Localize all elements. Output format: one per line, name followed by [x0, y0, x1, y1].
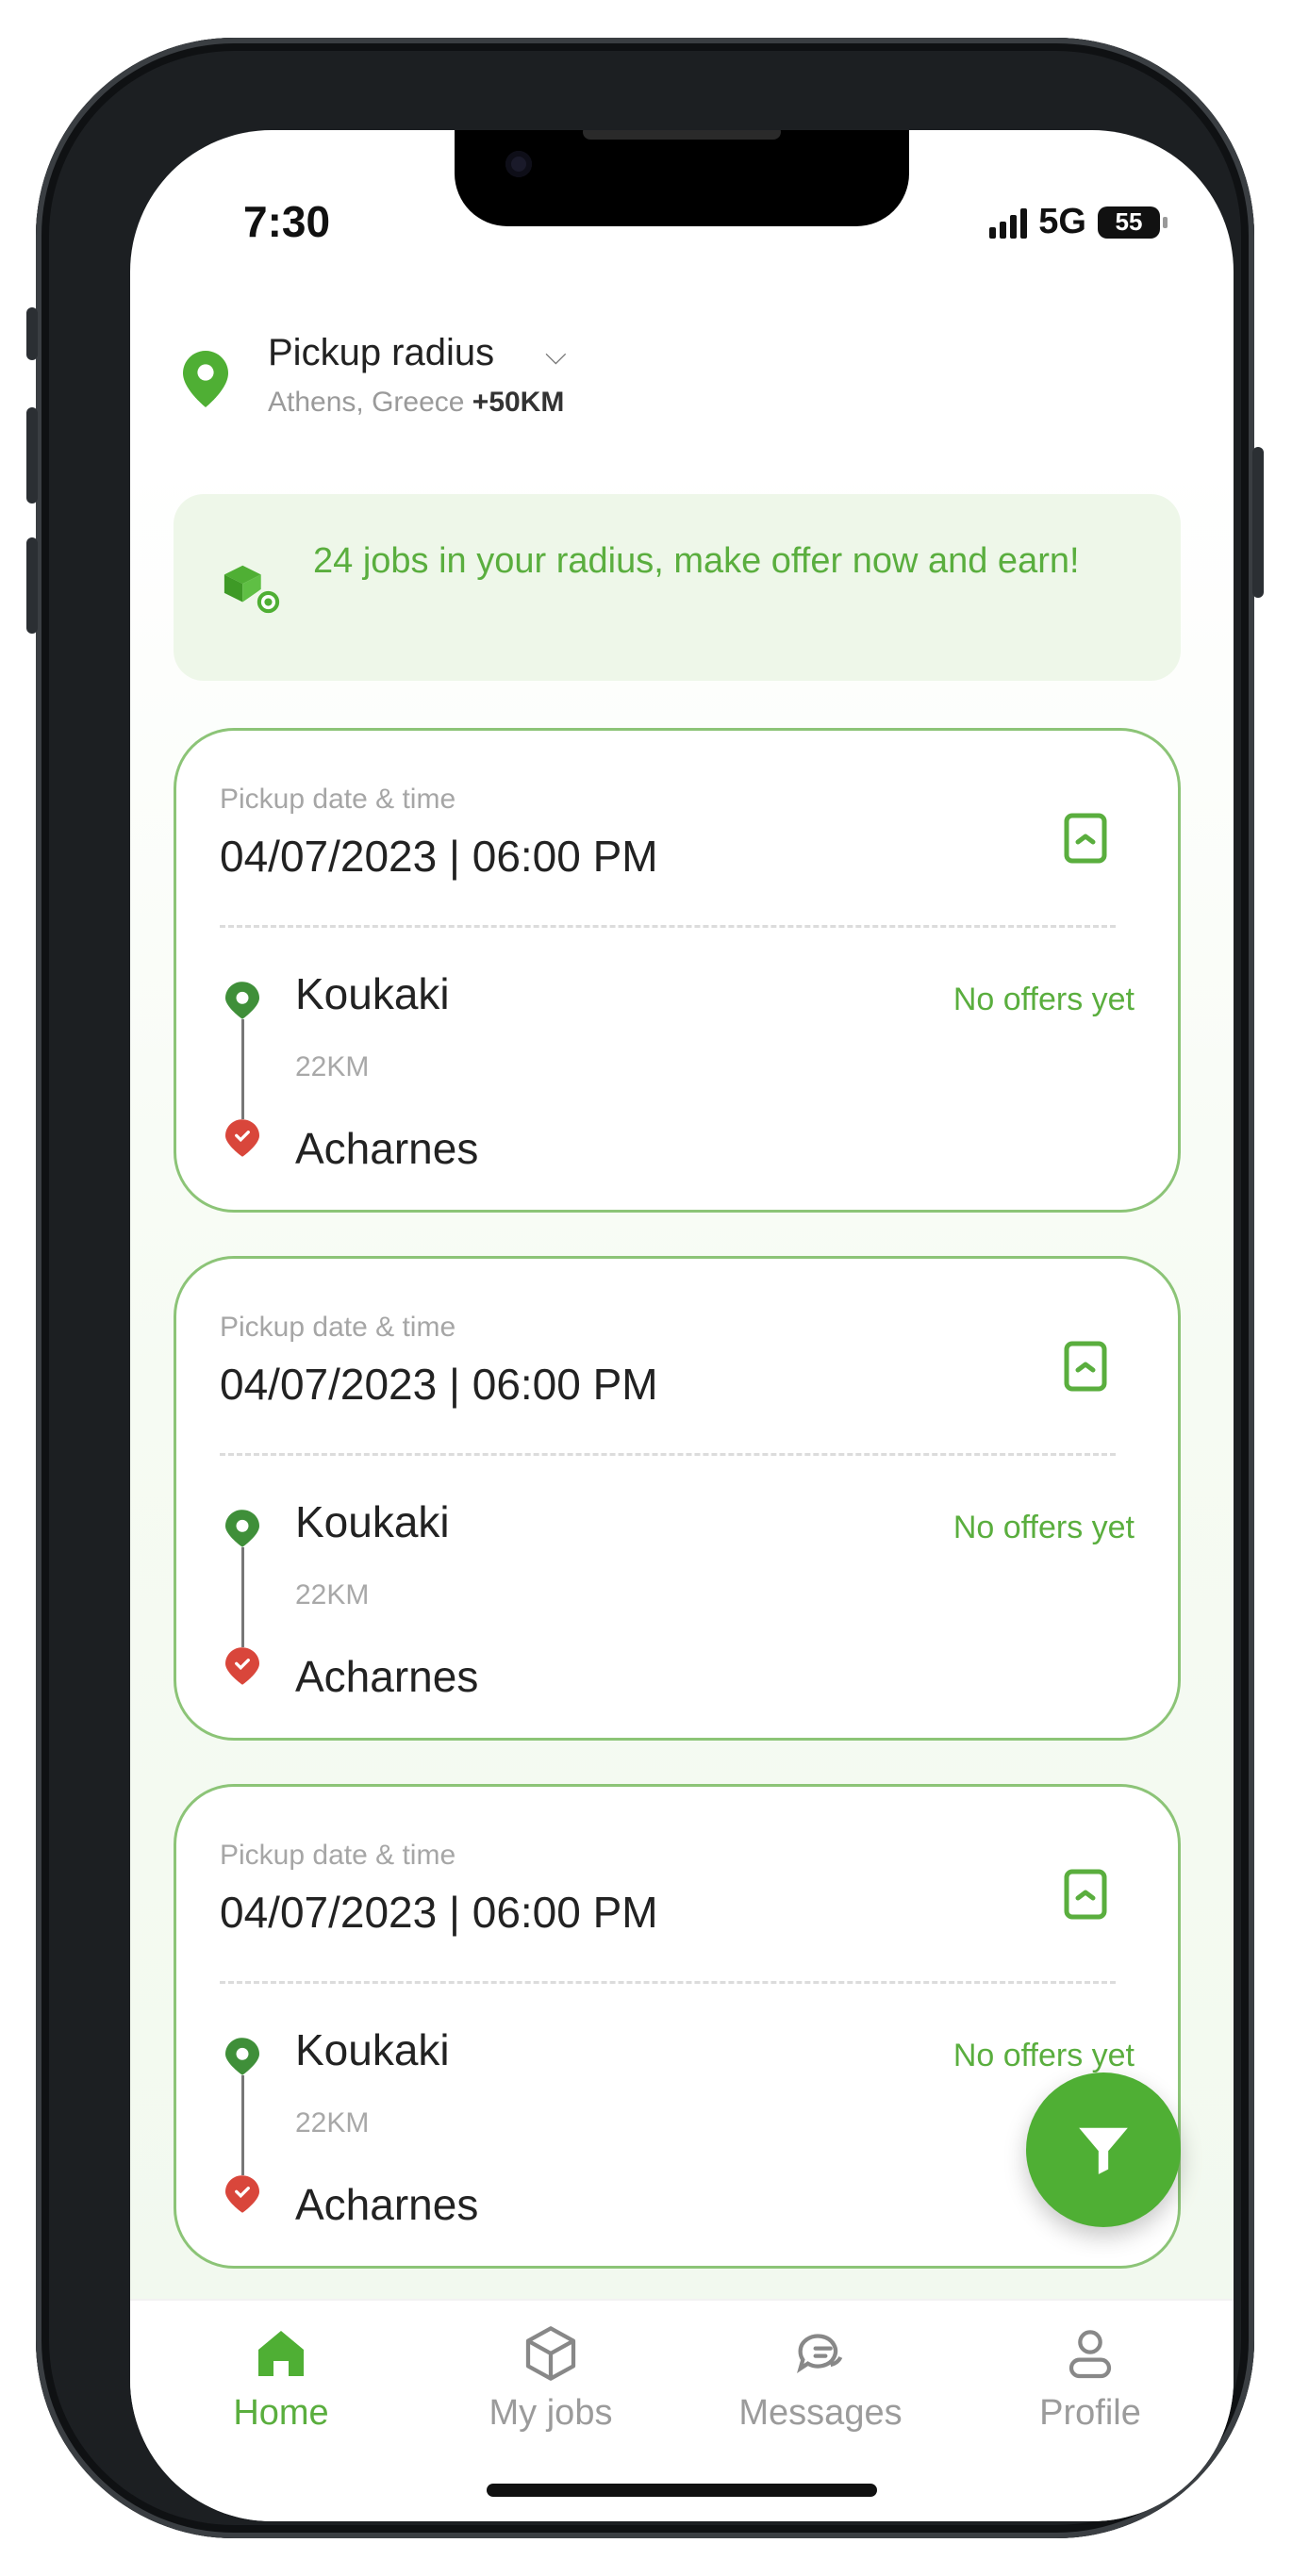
jobs-banner-text: 24 jobs in your radius, make offer now a… [313, 541, 1080, 581]
offer-status: No offers yet [952, 1510, 1135, 1545]
pickup-date-label: Pickup date & time [220, 784, 456, 815]
destination-pin-icon [225, 2175, 259, 2213]
pickup-datetime: 04/07/2023 | 06:00 PM [220, 832, 658, 881]
divider [220, 925, 1116, 928]
speaker [583, 130, 781, 140]
job-card[interactable]: Pickup date & time 04/07/2023 | 06:00 PM… [174, 1784, 1181, 2269]
tab-home[interactable]: Home [168, 2323, 394, 2434]
distance: 22KM [295, 2107, 370, 2138]
divider [220, 1453, 1116, 1456]
tab-my-jobs[interactable]: My jobs [438, 2323, 664, 2434]
destination-name: Acharnes [295, 1124, 479, 1173]
origin-pin-icon [225, 2038, 259, 2075]
box-icon [525, 2326, 576, 2381]
bookmark-icon[interactable] [1063, 812, 1108, 865]
route-line [241, 1547, 244, 1647]
jobs-feed[interactable]: 24 jobs in your radius, make offer now a… [130, 460, 1234, 2299]
tab-profile[interactable]: Profile [977, 2323, 1203, 2434]
jobs-banner: 24 jobs in your radius, make offer now a… [174, 494, 1181, 681]
pickup-radius-header[interactable]: Pickup radius ⌵ Athens, Greece +50KM [130, 319, 1234, 462]
filter-icon [1079, 2127, 1128, 2174]
camera [505, 151, 532, 177]
origin-name: Koukaki [295, 2025, 450, 2074]
pickup-radius-title[interactable]: Pickup radius [268, 332, 494, 374]
tab-label: My jobs [489, 2393, 613, 2433]
phone-frame: 7:30 5G 55 Pickup radius ⌵ Athens, Greec… [26, 38, 1264, 2538]
divider [220, 1981, 1116, 1984]
home-icon [258, 2331, 304, 2376]
home-indicator[interactable] [487, 2484, 877, 2497]
power-button [1252, 447, 1264, 598]
tab-label: Home [233, 2393, 329, 2433]
radius-value: +50KM [472, 387, 565, 418]
destination-pin-icon [225, 1119, 259, 1157]
job-card[interactable]: Pickup date & time 04/07/2023 | 06:00 PM… [174, 1256, 1181, 1741]
location-text: Athens, Greece [268, 387, 465, 418]
user-icon [1068, 2330, 1112, 2379]
bookmark-icon[interactable] [1063, 1868, 1108, 1921]
volume-up-button [26, 407, 38, 504]
origin-name: Koukaki [295, 1497, 450, 1546]
network-type: 5G [1038, 202, 1086, 241]
route-line [241, 2075, 244, 2175]
job-card[interactable]: Pickup date & time 04/07/2023 | 06:00 PM… [174, 728, 1181, 1213]
tab-label: Profile [1039, 2393, 1141, 2433]
filter-button[interactable] [1026, 2072, 1181, 2227]
pickup-datetime: 04/07/2023 | 06:00 PM [220, 1888, 658, 1937]
battery-icon: 55 [1098, 206, 1168, 239]
origin-pin-icon [225, 982, 259, 1019]
status-icons: 5G 55 [989, 202, 1168, 242]
distance: 22KM [295, 1579, 370, 1610]
pickup-datetime: 04/07/2023 | 06:00 PM [220, 1360, 658, 1409]
destination-pin-icon [225, 1647, 259, 1685]
boxes-icon [224, 565, 283, 618]
destination-name: Acharnes [295, 2180, 479, 2229]
clock: 7:30 [243, 197, 331, 246]
offer-status: No offers yet [952, 2038, 1135, 2073]
status-bar: 7:30 5G 55 [130, 196, 1234, 253]
location-pin-icon [183, 351, 228, 407]
pickup-date-label: Pickup date & time [220, 1840, 456, 1871]
pickup-date-label: Pickup date & time [220, 1312, 456, 1343]
location-subtitle: Athens, Greece +50KM [268, 387, 564, 419]
distance: 22KM [295, 1051, 370, 1082]
bookmark-icon[interactable] [1063, 1340, 1108, 1393]
chat-icon [797, 2334, 843, 2373]
chevron-down-icon[interactable]: ⌵ [545, 339, 567, 372]
offer-status: No offers yet [952, 982, 1135, 1017]
origin-name: Koukaki [295, 969, 450, 1018]
tab-messages[interactable]: Messages [707, 2323, 934, 2434]
signal-icon [989, 206, 1028, 239]
volume-down-button [26, 537, 38, 634]
tab-label: Messages [738, 2393, 903, 2433]
route-line [241, 1019, 244, 1119]
screen: 7:30 5G 55 Pickup radius ⌵ Athens, Greec… [130, 130, 1234, 2521]
destination-name: Acharnes [295, 1652, 479, 1701]
origin-pin-icon [225, 1510, 259, 1547]
silent-switch [26, 307, 38, 360]
